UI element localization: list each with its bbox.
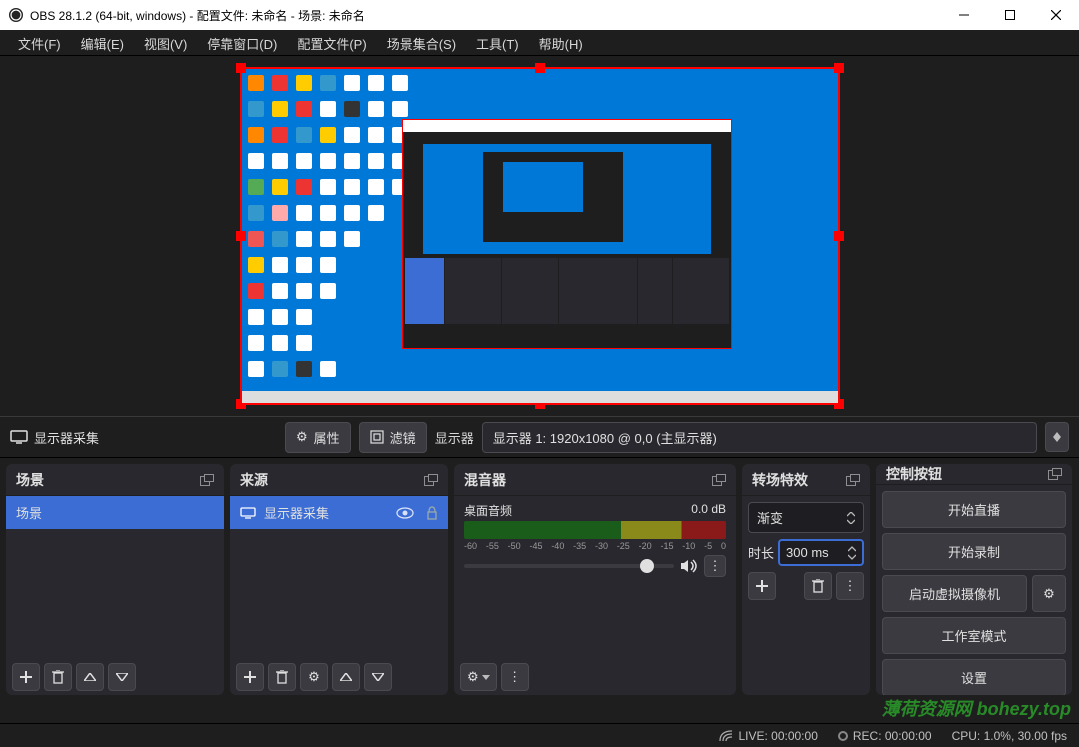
visibility-toggle[interactable] — [396, 507, 414, 519]
statusbar: LIVE: 00:00:00 REC: 00:00:00 CPU: 1.0%, … — [0, 723, 1079, 747]
sources-dock: 来源 显示器采集 ⚙ — [230, 464, 448, 695]
filters-button[interactable]: 滤镜 — [359, 422, 427, 453]
add-scene-button[interactable] — [12, 663, 40, 691]
maximize-button[interactable] — [987, 0, 1033, 30]
filter-icon — [370, 430, 384, 444]
audio-meter — [464, 521, 726, 539]
add-source-button[interactable] — [236, 663, 264, 691]
mixer-channel-name: 桌面音频 — [464, 502, 512, 519]
preview-canvas[interactable] — [240, 67, 840, 405]
remove-transition-button[interactable] — [804, 572, 832, 600]
preview-desktop-icons — [248, 75, 412, 385]
menu-docks[interactable]: 停靠窗口(D) — [197, 30, 287, 55]
mixer-channel-level: 0.0 dB — [691, 502, 726, 519]
speaker-icon[interactable] — [680, 559, 698, 573]
move-source-up-button[interactable] — [332, 663, 360, 691]
remove-scene-button[interactable] — [44, 663, 72, 691]
preview-taskbar — [242, 391, 838, 403]
resize-handle[interactable] — [535, 63, 545, 73]
docks-row: 场景 场景 来源 显示器采集 — [0, 458, 1079, 701]
display-label: 显示器 — [435, 428, 474, 447]
status-rec: REC: 00:00:00 — [838, 729, 932, 743]
add-transition-button[interactable] — [748, 572, 776, 600]
status-live: LIVE: 00:00:00 — [719, 729, 817, 743]
lock-icon[interactable] — [426, 506, 438, 520]
display-updown[interactable] — [1045, 422, 1069, 452]
mixer-settings-button[interactable]: ⚙ — [460, 663, 497, 691]
mixer-more-button[interactable]: ⋮ — [704, 555, 726, 577]
popout-icon[interactable] — [200, 474, 214, 486]
popout-icon[interactable] — [1048, 468, 1062, 480]
properties-button[interactable]: ⚙ 属性 — [285, 422, 351, 453]
popout-icon[interactable] — [846, 474, 860, 486]
chevron-updown-icon — [847, 512, 855, 524]
start-recording-button[interactable]: 开始录制 — [882, 533, 1066, 570]
monitor-icon — [240, 507, 256, 519]
move-scene-down-button[interactable] — [108, 663, 136, 691]
obs-logo-icon — [8, 7, 24, 23]
scenes-dock: 场景 场景 — [6, 464, 224, 695]
window-titlebar: OBS 28.1.2 (64-bit, windows) - 配置文件: 未命名… — [0, 0, 1079, 30]
menu-edit[interactable]: 编辑(E) — [71, 30, 134, 55]
gear-icon: ⚙ — [296, 429, 308, 445]
controls-dock: 控制按钮 开始直播 开始录制 启动虚拟摄像机 ⚙ 工作室模式 设置 退出 — [876, 464, 1072, 695]
source-item[interactable]: 显示器采集 — [230, 496, 448, 529]
controls-title: 控制按钮 — [886, 464, 942, 484]
transition-menu-button[interactable]: ⋮ — [836, 572, 864, 600]
menubar: 文件(F) 编辑(E) 视图(V) 停靠窗口(D) 配置文件(P) 场景集合(S… — [0, 30, 1079, 56]
duration-label: 时长 — [748, 543, 774, 562]
menu-help[interactable]: 帮助(H) — [529, 30, 593, 55]
transitions-title: 转场特效 — [752, 470, 808, 490]
move-source-down-button[interactable] — [364, 663, 392, 691]
popout-icon[interactable] — [712, 474, 726, 486]
virtualcam-settings-button[interactable]: ⚙ — [1032, 575, 1066, 612]
audio-ticks: -60-55-50-45-40-35-30-25-20-15-10-50 — [464, 541, 726, 551]
scenes-title: 场景 — [16, 470, 44, 490]
studio-mode-button[interactable]: 工作室模式 — [882, 617, 1066, 654]
start-virtualcam-button[interactable]: 启动虚拟摄像机 — [882, 575, 1027, 612]
transition-select[interactable]: 渐变 — [748, 502, 864, 533]
minimize-button[interactable] — [941, 0, 987, 30]
preview-area[interactable] — [0, 56, 1079, 416]
volume-slider[interactable] — [464, 564, 674, 568]
monitor-icon — [10, 430, 28, 444]
menu-view[interactable]: 视图(V) — [134, 30, 197, 55]
duration-input[interactable]: 300 ms — [778, 539, 864, 566]
settings-button[interactable]: 设置 — [882, 659, 1066, 695]
source-properties-button[interactable]: ⚙ — [300, 663, 328, 691]
menu-tools[interactable]: 工具(T) — [466, 30, 529, 55]
resize-handle[interactable] — [236, 63, 246, 73]
sources-title: 来源 — [240, 470, 268, 490]
popout-icon[interactable] — [424, 474, 438, 486]
record-indicator-icon — [838, 731, 848, 741]
close-button[interactable] — [1033, 0, 1079, 30]
menu-scene-collection[interactable]: 场景集合(S) — [377, 30, 466, 55]
mixer-menu-button[interactable]: ⋮ — [501, 663, 529, 691]
menu-profile[interactable]: 配置文件(P) — [287, 30, 376, 55]
signal-icon — [719, 730, 733, 742]
scene-item[interactable]: 场景 — [6, 496, 224, 529]
current-source-name: 显示器采集 — [34, 428, 99, 447]
remove-source-button[interactable] — [268, 663, 296, 691]
resize-handle[interactable] — [834, 63, 844, 73]
display-select[interactable]: 显示器 1: 1920x1080 @ 0,0 (主显示器) — [482, 422, 1037, 453]
window-title: OBS 28.1.2 (64-bit, windows) - 配置文件: 未命名… — [30, 7, 365, 24]
move-scene-up-button[interactable] — [76, 663, 104, 691]
mixer-channel: 桌面音频 0.0 dB -60-55-50-45-40-35-30-25-20-… — [454, 496, 736, 583]
start-streaming-button[interactable]: 开始直播 — [882, 491, 1066, 528]
preview-nested-window — [402, 119, 732, 349]
resize-handle[interactable] — [236, 231, 246, 241]
transitions-dock: 转场特效 渐变 时长 300 ms ⋮ — [742, 464, 870, 695]
source-toolbar: 显示器采集 ⚙ 属性 滤镜 显示器 显示器 1: 1920x1080 @ 0,0… — [0, 416, 1079, 458]
spinner-icon[interactable] — [848, 546, 856, 560]
resize-handle[interactable] — [834, 231, 844, 241]
menu-file[interactable]: 文件(F) — [8, 30, 71, 55]
mixer-title: 混音器 — [464, 470, 506, 490]
status-cpu: CPU: 1.0%, 30.00 fps — [952, 729, 1067, 743]
mixer-dock: 混音器 桌面音频 0.0 dB -60-55-50-45-40-35-30-25… — [454, 464, 736, 695]
